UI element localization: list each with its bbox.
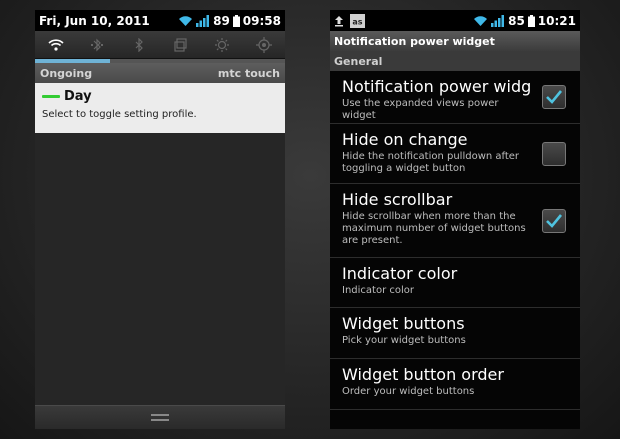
- battery-level: 89: [213, 13, 230, 28]
- grip-icon: [151, 414, 169, 421]
- wifi-icon: [48, 38, 64, 51]
- battery-icon: [232, 14, 240, 27]
- right-phone-screen: as 85 10:21 Notification power widget Ge…: [330, 10, 580, 429]
- pref-title: Hide on change: [342, 130, 468, 149]
- checkbox-hide-on-change[interactable]: [542, 141, 566, 166]
- pref-title: Indicator color: [342, 264, 458, 283]
- gps-icon: [256, 36, 273, 53]
- pref-summary: Use the expanded views power widget: [342, 98, 499, 121]
- ongoing-header: Ongoing mtc touch: [35, 63, 285, 83]
- pref-summary: Order your widget buttons: [342, 386, 475, 397]
- gps-toggle[interactable]: [248, 34, 280, 56]
- pref-title: Notification power widge: [342, 77, 530, 96]
- pref-title: Widget buttons: [342, 314, 465, 333]
- brightness-toggle[interactable]: [206, 34, 238, 56]
- wifi-icon: [474, 15, 488, 26]
- power-widget: [35, 31, 285, 59]
- svg-text:as: as: [352, 17, 362, 26]
- lastfm-icon: as: [350, 13, 365, 28]
- notification-title: Day: [64, 89, 92, 104]
- bluetooth-data-icon: [91, 38, 104, 51]
- upload-icon: [335, 15, 343, 26]
- pref-indicator-color[interactable]: Indicator color Indicator color: [330, 258, 580, 308]
- notification-item[interactable]: Day Select to toggle setting profile.: [35, 83, 285, 133]
- status-time: 09:58: [242, 13, 281, 28]
- status-bar: Fri, Jun 10, 2011 89 09:58: [35, 10, 285, 31]
- sync-toggle[interactable]: [165, 34, 197, 56]
- checkbox-hide-scrollbar[interactable]: [542, 208, 566, 233]
- signal-icon: [196, 14, 210, 27]
- pref-notification-power-widget[interactable]: Notification power widge Use the expande…: [330, 71, 580, 124]
- checkbox-notification-power-widget[interactable]: [542, 85, 566, 109]
- left-phone-screen: Fri, Jun 10, 2011 89 09:58 Ongoing mtc t…: [35, 10, 285, 429]
- brightness-icon: [215, 37, 230, 52]
- pref-summary: Pick your widget buttons: [342, 335, 466, 346]
- pref-summary: Hide scrollbar when more than the maximu…: [342, 211, 526, 246]
- pref-title: Widget button order: [342, 365, 504, 384]
- section-header: General: [330, 51, 580, 71]
- status-date: Fri, Jun 10, 2011: [39, 13, 150, 28]
- section-title: General: [334, 54, 383, 68]
- notification-tray-handle[interactable]: [35, 405, 285, 429]
- wifi-toggle[interactable]: [40, 34, 72, 56]
- power-widget-indicator: [35, 59, 285, 63]
- pref-title: Hide scrollbar: [342, 190, 453, 209]
- ongoing-label: Ongoing: [40, 66, 93, 80]
- checkmark-icon: [546, 90, 563, 104]
- status-time: 10:21: [537, 13, 576, 28]
- pref-summary: Indicator color: [342, 285, 414, 296]
- sync-icon: [174, 37, 187, 52]
- ongoing-source: mtc touch: [217, 66, 280, 80]
- wifi-icon: [179, 15, 193, 26]
- app-title-bar: Notification power widget: [330, 31, 580, 51]
- bluetooth-data-toggle[interactable]: [81, 34, 113, 56]
- signal-icon: [491, 14, 505, 27]
- bluetooth-icon: [135, 37, 143, 52]
- app-title: Notification power widget: [334, 34, 495, 48]
- profile-indicator: [42, 95, 60, 98]
- battery-level: 85: [508, 13, 525, 28]
- pref-widget-buttons[interactable]: Widget buttons Pick your widget buttons: [330, 308, 580, 359]
- pref-hide-on-change[interactable]: Hide on change Hide the notification pul…: [330, 124, 580, 184]
- pref-hide-scrollbar[interactable]: Hide scrollbar Hide scrollbar when more …: [330, 184, 580, 258]
- battery-icon: [527, 14, 535, 27]
- pref-summary: Hide the notification pulldown after tog…: [342, 151, 520, 174]
- bluetooth-toggle[interactable]: [123, 34, 155, 56]
- checkmark-icon: [546, 213, 563, 228]
- notification-text: Select to toggle setting profile.: [42, 109, 197, 120]
- status-bar: as 85 10:21: [330, 10, 580, 31]
- pref-widget-button-order[interactable]: Widget button order Order your widget bu…: [330, 359, 580, 410]
